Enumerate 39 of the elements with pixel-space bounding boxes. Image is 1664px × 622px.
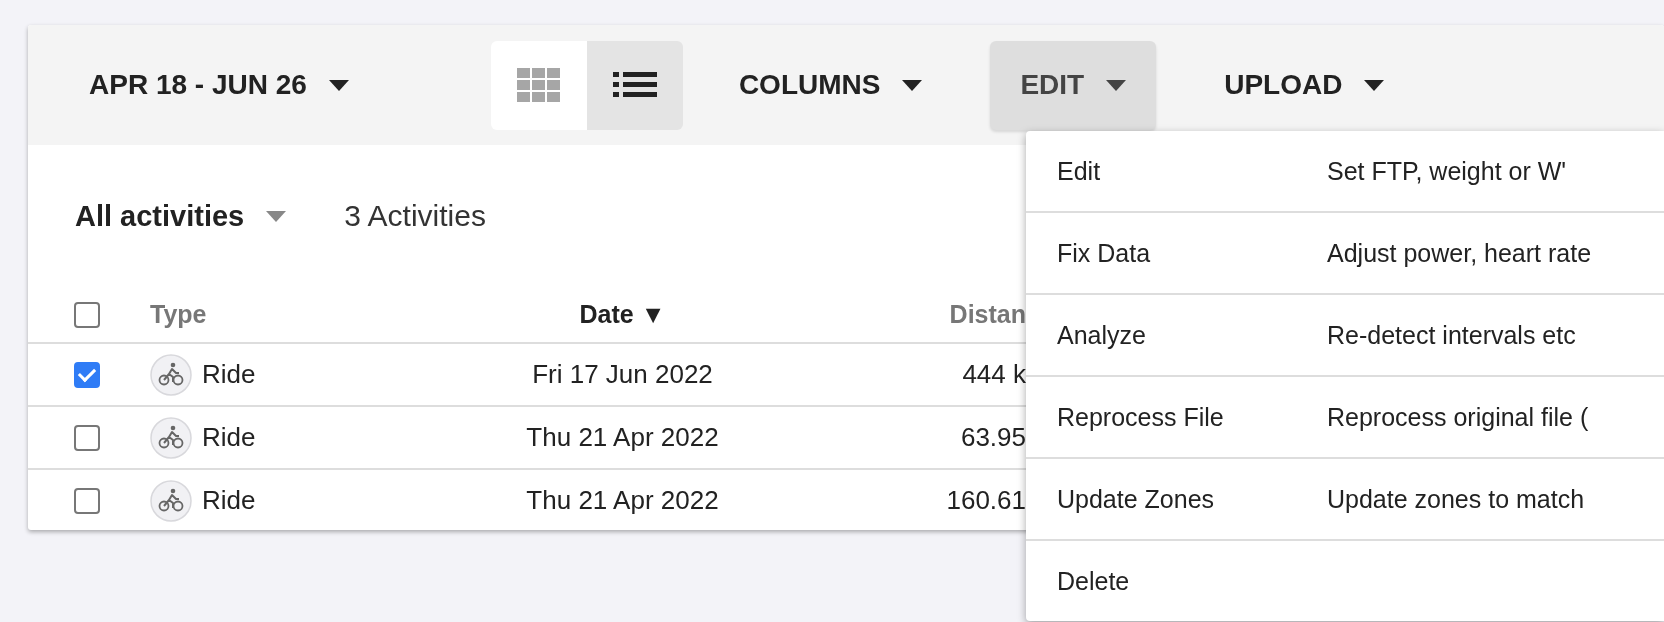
table-cell: Thu 21 Apr 2022 <box>526 422 719 452</box>
menu-dropdown-button[interactable]: EDIT <box>990 40 1157 130</box>
column-header[interactable]: Type <box>150 300 207 328</box>
bicycle-rider-icon <box>150 416 192 459</box>
menu-item[interactable]: Delete <box>1026 541 1664 621</box>
table-cell: 444 k <box>962 359 1026 389</box>
caret-icon <box>902 79 923 91</box>
caret-icon <box>266 210 287 222</box>
table-cell: Ride <box>202 485 256 516</box>
date-range-dropdown[interactable]: APR 18 - JUN 26 <box>28 40 379 130</box>
menu-dropdown-button[interactable]: UPLOAD <box>1194 40 1415 130</box>
list-view-icon <box>612 72 657 98</box>
checkbox[interactable] <box>74 361 100 388</box>
menu-item[interactable]: Fix Data Adjust power, heart rate <box>1026 213 1664 295</box>
caret-icon <box>1364 79 1385 91</box>
grid-view-icon <box>516 68 561 102</box>
table-cell: 63.95 <box>960 422 1026 452</box>
caret-icon <box>1106 79 1127 91</box>
table-cell: Ride <box>202 422 256 453</box>
checkbox[interactable] <box>74 301 100 328</box>
table-cell: 160.61 <box>946 485 1026 515</box>
table-cell: Thu 21 Apr 2022 <box>526 485 719 515</box>
table-cell: Ride <box>202 359 256 390</box>
list-view-button[interactable] <box>586 40 683 130</box>
checkbox[interactable] <box>74 487 100 514</box>
activity-filter-dropdown[interactable]: All activities <box>75 199 287 233</box>
menu-item[interactable]: Reprocess File Reprocess original file ( <box>1026 377 1664 459</box>
column-header[interactable]: Date ▼ <box>579 300 666 328</box>
menu-item[interactable]: Analyze Re-detect intervals etc <box>1026 295 1664 377</box>
checkbox[interactable] <box>74 424 100 451</box>
caret-icon <box>328 79 349 91</box>
menu-dropdown-button[interactable]: COLUMNS <box>708 40 953 130</box>
bicycle-rider-icon <box>150 479 192 522</box>
table-cell: Fri 17 Jun 2022 <box>532 359 713 389</box>
menu-item[interactable]: Update Zones Update zones to match <box>1026 459 1664 541</box>
activity-count: 3 Activities <box>344 199 486 233</box>
bicycle-rider-icon <box>150 353 192 396</box>
menu-item[interactable]: Edit Set FTP, weight or W' <box>1026 131 1664 213</box>
column-header[interactable]: Distan <box>949 300 1026 328</box>
